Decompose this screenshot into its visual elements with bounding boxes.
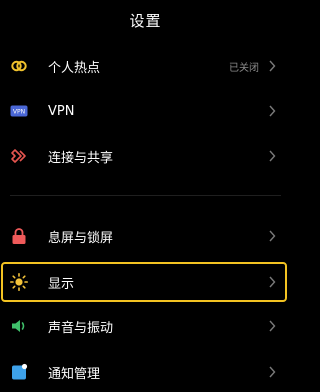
top-bar: 设置 — [0, 0, 291, 40]
hotspot-icon — [10, 57, 28, 75]
vpn-icon-text: VPN — [13, 109, 25, 116]
sound-icon — [10, 317, 28, 335]
chevron-right-icon — [267, 275, 277, 289]
settings-item-sound[interactable]: 声音与振动 — [0, 306, 291, 346]
settings-item-lock-screen[interactable]: 息屏与锁屏 — [0, 216, 291, 256]
display-brightness-icon — [10, 273, 28, 291]
notification-icon — [10, 363, 28, 381]
chevron-right-icon — [267, 365, 277, 379]
settings-item-display[interactable]: 显示 — [0, 262, 291, 302]
hotspot-status: 已关闭 — [229, 62, 259, 74]
section-divider — [10, 195, 281, 196]
chevron-right-icon — [267, 319, 277, 333]
settings-item-label: 显示 — [48, 276, 75, 292]
page-title: 设置 — [129, 11, 162, 30]
settings-item-hotspot[interactable]: 个人热点 已关闭 — [0, 46, 291, 86]
settings-item-label: 息屏与锁屏 — [48, 230, 114, 246]
settings-item-label: VPN — [48, 103, 75, 119]
settings-item-label: 通知管理 — [48, 366, 101, 382]
settings-item-notification[interactable]: 通知管理 — [0, 352, 291, 392]
connection-share-icon — [10, 147, 28, 165]
chevron-right-icon — [267, 229, 277, 243]
settings-item-connection-share[interactable]: 连接与共享 — [0, 136, 291, 176]
chevron-right-icon — [267, 59, 277, 73]
vpn-icon: VPN — [10, 102, 28, 120]
settings-item-label: 连接与共享 — [48, 150, 114, 166]
settings-item-label: 声音与振动 — [48, 320, 114, 336]
chevron-right-icon — [267, 104, 277, 118]
chevron-right-icon — [267, 149, 277, 163]
settings-item-label: 个人热点 — [48, 60, 101, 76]
lock-icon — [10, 227, 28, 245]
settings-item-vpn[interactable]: VPN VPN — [0, 91, 291, 131]
